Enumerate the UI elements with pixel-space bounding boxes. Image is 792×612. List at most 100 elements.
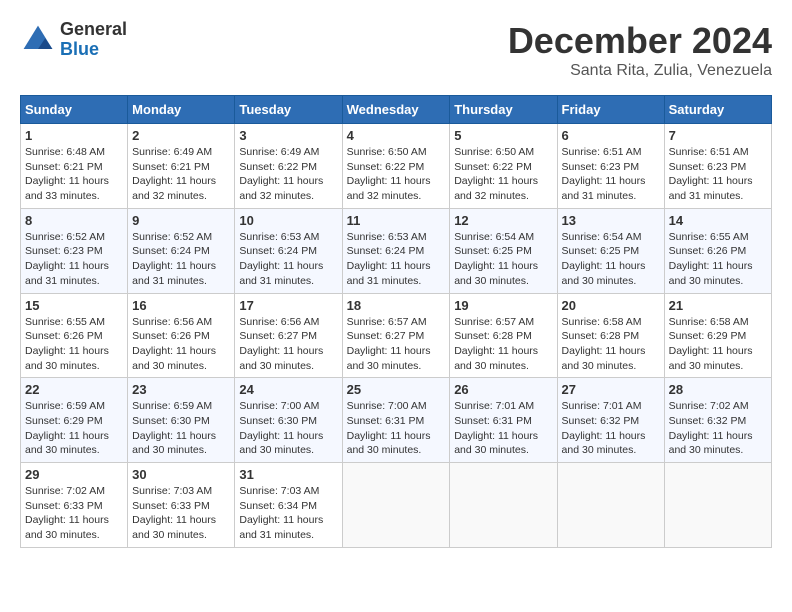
calendar-cell: 13 Sunrise: 6:54 AMSunset: 6:25 PMDayligh… [557, 208, 664, 293]
day-info: Sunrise: 6:52 AMSunset: 6:23 PMDaylight:… [25, 230, 123, 289]
day-number: 21 [669, 298, 767, 313]
day-info: Sunrise: 6:48 AMSunset: 6:21 PMDaylight:… [25, 145, 123, 204]
day-info: Sunrise: 6:57 AMSunset: 6:28 PMDaylight:… [454, 315, 552, 374]
day-info: Sunrise: 6:53 AMSunset: 6:24 PMDaylight:… [347, 230, 446, 289]
location: Santa Rita, Zulia, Venezuela [508, 62, 772, 80]
weekday-header-row: SundayMondayTuesdayWednesdayThursdayFrid… [21, 96, 772, 124]
calendar-cell: 26Sunrise: 7:01 AMSunset: 6:31 PMDayligh… [450, 378, 557, 463]
calendar-cell: 25 Sunrise: 7:00 AMSunset: 6:31 PMDayligh… [342, 378, 450, 463]
day-number: 19 [454, 298, 552, 313]
day-info: Sunrise: 6:54 AMSunset: 6:25 PMDaylight:… [454, 230, 552, 289]
weekday-header: Saturday [664, 96, 771, 124]
calendar-cell: 19 Sunrise: 6:57 AMSunset: 6:28 PMDayligh… [450, 293, 557, 378]
calendar-cell [342, 463, 450, 548]
weekday-header: Sunday [21, 96, 128, 124]
logo: General Blue [20, 20, 127, 60]
day-number: 11 [347, 213, 446, 228]
day-number: 27 [562, 382, 660, 397]
calendar-cell: 20 Sunrise: 6:58 AMSunset: 6:28 PMDayligh… [557, 293, 664, 378]
calendar-week-row: 22 Sunrise: 6:59 AMSunset: 6:29 PMDayligh… [21, 378, 772, 463]
weekday-header: Monday [128, 96, 235, 124]
day-number: 18 [347, 298, 446, 313]
day-number: 10 [239, 213, 337, 228]
day-info: Sunrise: 7:01 AMSunset: 6:32 PMDaylight:… [562, 399, 660, 458]
calendar-cell: 24 Sunrise: 7:00 AMSunset: 6:30 PMDayligh… [235, 378, 342, 463]
calendar-cell: 15Sunrise: 6:55 AMSunset: 6:26 PMDayligh… [21, 293, 128, 378]
day-info: Sunrise: 6:53 AMSunset: 6:24 PMDaylight:… [239, 230, 337, 289]
day-info: Sunrise: 6:50 AMSunset: 6:22 PMDaylight:… [454, 145, 552, 204]
calendar-week-row: 1Sunrise: 6:48 AMSunset: 6:21 PMDaylight… [21, 124, 772, 209]
day-info: Sunrise: 6:51 AMSunset: 6:23 PMDaylight:… [669, 145, 767, 204]
day-number: 9 [132, 213, 230, 228]
calendar-cell: 7 Sunrise: 6:51 AMSunset: 6:23 PMDaylight… [664, 124, 771, 209]
day-info: Sunrise: 7:03 AMSunset: 6:33 PMDaylight:… [132, 484, 230, 543]
calendar-cell: 9 Sunrise: 6:52 AMSunset: 6:24 PMDaylight… [128, 208, 235, 293]
calendar-cell: 17 Sunrise: 6:56 AMSunset: 6:27 PMDayligh… [235, 293, 342, 378]
day-number: 30 [132, 467, 230, 482]
page-header: General Blue December 2024 Santa Rita, Z… [20, 20, 772, 80]
calendar-cell: 31 Sunrise: 7:03 AMSunset: 6:34 PMDayligh… [235, 463, 342, 548]
calendar-cell [557, 463, 664, 548]
calendar-week-row: 15Sunrise: 6:55 AMSunset: 6:26 PMDayligh… [21, 293, 772, 378]
day-number: 17 [239, 298, 337, 313]
day-info: Sunrise: 6:58 AMSunset: 6:29 PMDaylight:… [669, 315, 767, 374]
calendar-cell: 1Sunrise: 6:48 AMSunset: 6:21 PMDaylight… [21, 124, 128, 209]
title-area: December 2024 Santa Rita, Zulia, Venezue… [508, 20, 772, 80]
day-number: 3 [239, 128, 337, 143]
calendar-cell: 6 Sunrise: 6:51 AMSunset: 6:23 PMDaylight… [557, 124, 664, 209]
day-number: 28 [669, 382, 767, 397]
day-info: Sunrise: 6:56 AMSunset: 6:26 PMDaylight:… [132, 315, 230, 374]
day-number: 16 [132, 298, 230, 313]
calendar-cell: 2 Sunrise: 6:49 AMSunset: 6:21 PMDaylight… [128, 124, 235, 209]
day-info: Sunrise: 7:02 AMSunset: 6:32 PMDaylight:… [669, 399, 767, 458]
day-number: 22 [25, 382, 123, 397]
calendar-cell: 28 Sunrise: 7:02 AMSunset: 6:32 PMDayligh… [664, 378, 771, 463]
day-info: Sunrise: 6:55 AMSunset: 6:26 PMDaylight:… [25, 315, 123, 374]
day-info: Sunrise: 6:56 AMSunset: 6:27 PMDaylight:… [239, 315, 337, 374]
day-info: Sunrise: 7:00 AMSunset: 6:30 PMDaylight:… [239, 399, 337, 458]
calendar-cell: 23Sunrise: 6:59 AMSunset: 6:30 PMDayligh… [128, 378, 235, 463]
day-number: 5 [454, 128, 552, 143]
day-number: 7 [669, 128, 767, 143]
day-info: Sunrise: 7:00 AMSunset: 6:31 PMDaylight:… [347, 399, 446, 458]
day-info: Sunrise: 6:51 AMSunset: 6:23 PMDaylight:… [562, 145, 660, 204]
calendar-cell: 8 Sunrise: 6:52 AMSunset: 6:23 PMDaylight… [21, 208, 128, 293]
day-info: Sunrise: 6:49 AMSunset: 6:21 PMDaylight:… [132, 145, 230, 204]
calendar-cell [450, 463, 557, 548]
day-number: 24 [239, 382, 337, 397]
calendar-cell: 3Sunrise: 6:49 AMSunset: 6:22 PMDaylight… [235, 124, 342, 209]
day-number: 13 [562, 213, 660, 228]
calendar-cell: 30 Sunrise: 7:03 AMSunset: 6:33 PMDayligh… [128, 463, 235, 548]
calendar-cell: 4Sunrise: 6:50 AMSunset: 6:22 PMDaylight… [342, 124, 450, 209]
day-number: 14 [669, 213, 767, 228]
calendar-week-row: 8 Sunrise: 6:52 AMSunset: 6:23 PMDaylight… [21, 208, 772, 293]
day-info: Sunrise: 6:52 AMSunset: 6:24 PMDaylight:… [132, 230, 230, 289]
weekday-header: Tuesday [235, 96, 342, 124]
day-number: 6 [562, 128, 660, 143]
day-info: Sunrise: 6:50 AMSunset: 6:22 PMDaylight:… [347, 145, 446, 204]
day-number: 8 [25, 213, 123, 228]
day-info: Sunrise: 6:59 AMSunset: 6:29 PMDaylight:… [25, 399, 123, 458]
logo-blue: Blue [60, 40, 127, 60]
calendar-cell: 27 Sunrise: 7:01 AMSunset: 6:32 PMDayligh… [557, 378, 664, 463]
day-number: 12 [454, 213, 552, 228]
weekday-header: Thursday [450, 96, 557, 124]
logo-text: General Blue [60, 20, 127, 60]
day-number: 26 [454, 382, 552, 397]
day-info: Sunrise: 6:58 AMSunset: 6:28 PMDaylight:… [562, 315, 660, 374]
calendar-cell: 16 Sunrise: 6:56 AMSunset: 6:26 PMDayligh… [128, 293, 235, 378]
day-info: Sunrise: 6:54 AMSunset: 6:25 PMDaylight:… [562, 230, 660, 289]
day-number: 20 [562, 298, 660, 313]
calendar-cell: 18 Sunrise: 6:57 AMSunset: 6:27 PMDayligh… [342, 293, 450, 378]
day-info: Sunrise: 7:03 AMSunset: 6:34 PMDaylight:… [239, 484, 337, 543]
month-title: December 2024 [508, 20, 772, 62]
day-number: 29 [25, 467, 123, 482]
calendar-week-row: 29Sunrise: 7:02 AMSunset: 6:33 PMDayligh… [21, 463, 772, 548]
calendar-cell: 5 Sunrise: 6:50 AMSunset: 6:22 PMDaylight… [450, 124, 557, 209]
day-number: 31 [239, 467, 337, 482]
day-info: Sunrise: 6:57 AMSunset: 6:27 PMDaylight:… [347, 315, 446, 374]
logo-icon [20, 22, 56, 58]
day-number: 25 [347, 382, 446, 397]
day-number: 2 [132, 128, 230, 143]
weekday-header: Friday [557, 96, 664, 124]
